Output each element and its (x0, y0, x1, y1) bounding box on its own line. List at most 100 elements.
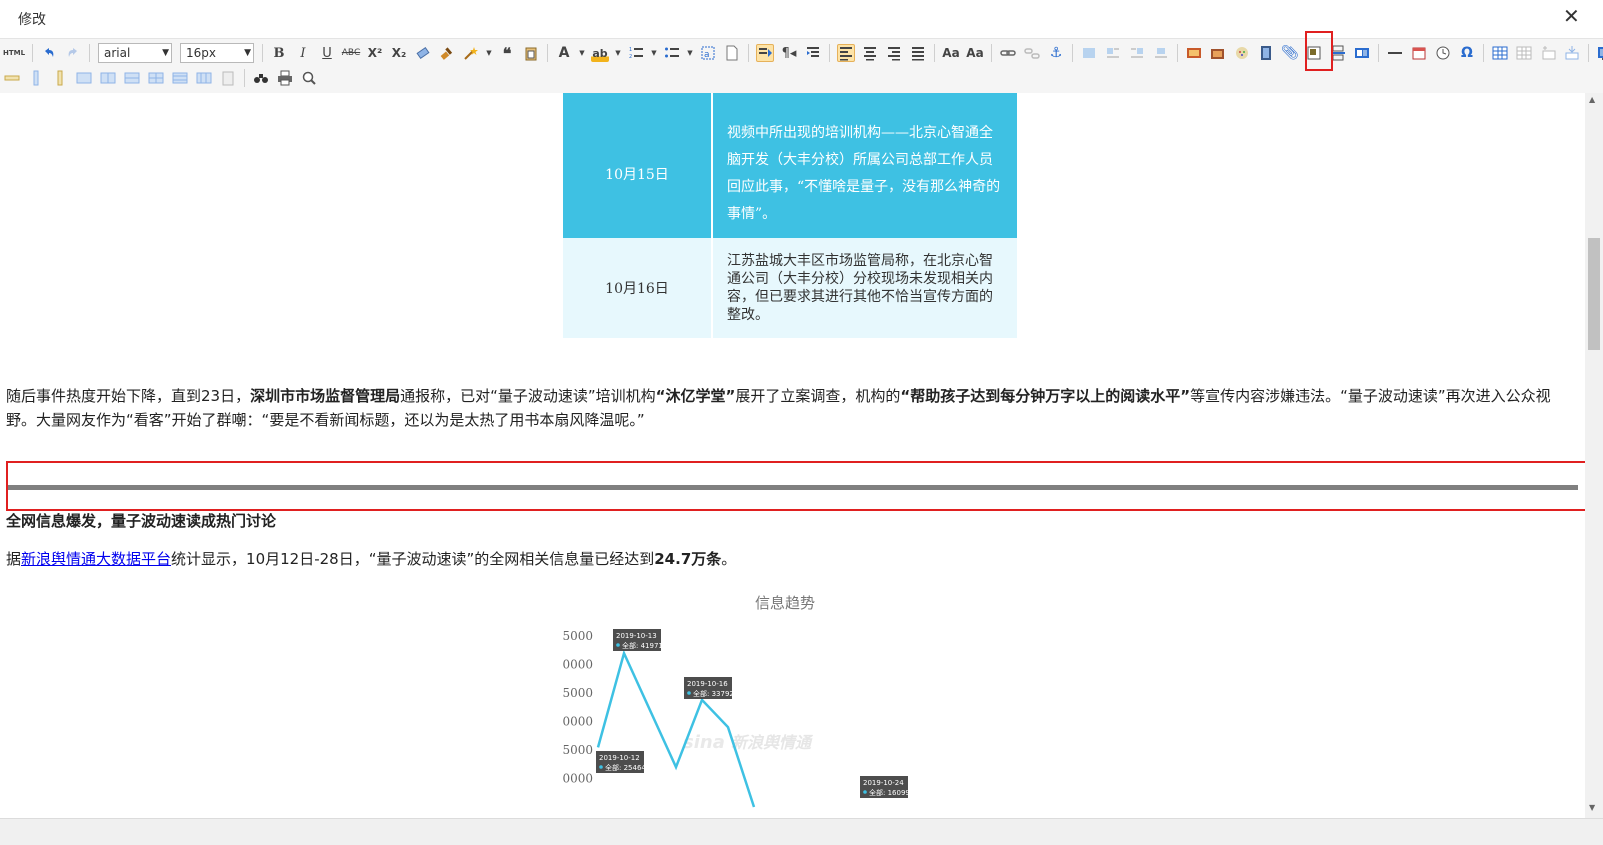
paste-icon[interactable] (219, 69, 237, 87)
tooltip-value: 全部: 33792 (693, 689, 734, 698)
emotion-icon[interactable] (1233, 44, 1251, 62)
date-icon[interactable] (1410, 44, 1428, 62)
scrollbar-thumb[interactable] (1588, 238, 1600, 350)
merge-right-icon[interactable] (99, 69, 117, 87)
align-right-icon[interactable] (885, 44, 903, 62)
underline-icon[interactable]: U (318, 44, 336, 62)
horizontal-rule[interactable] (6, 461, 1584, 511)
unordered-list-icon[interactable] (663, 44, 681, 62)
italic-icon[interactable]: I (294, 44, 312, 62)
select-all-icon[interactable]: a (699, 44, 717, 62)
toolbar-separator (262, 44, 263, 62)
chart-tooltip: 2019-10-16全部: 33792 (684, 677, 734, 699)
merge-down-icon[interactable] (123, 69, 141, 87)
search-replace-icon[interactable] (252, 69, 270, 87)
preview-fullscreen-icon[interactable] (1596, 44, 1603, 62)
strikethrough-icon[interactable]: ABC (342, 44, 360, 62)
justify-icon[interactable] (909, 44, 927, 62)
template-icon[interactable] (1353, 44, 1371, 62)
trend-chart: 信息趋势 200002500030000350004000045000 sina… (563, 588, 1019, 818)
scroll-up-icon[interactable]: ▲ (1589, 95, 1595, 104)
chevron-down-icon[interactable]: ▼ (651, 44, 657, 62)
ordered-list-icon[interactable]: 12 (627, 44, 645, 62)
split-cells-icon[interactable] (147, 69, 165, 87)
source-icon[interactable]: HTML (3, 44, 25, 62)
close-icon[interactable]: ✕ (1563, 6, 1580, 26)
bold-span: 深圳市市场监督管理局 (250, 387, 400, 405)
font-size-value: 16px (186, 46, 216, 60)
undo-icon[interactable] (40, 44, 58, 62)
blockquote-icon[interactable]: ❝ (498, 44, 516, 62)
auto-format-icon[interactable] (462, 44, 480, 62)
lowercase-icon[interactable]: Aa (942, 44, 960, 62)
indent-icon[interactable] (804, 44, 822, 62)
anchor-icon[interactable]: ⚓ (1047, 44, 1065, 62)
tooltip-date: 2019-10-16 (687, 680, 728, 688)
link-icon[interactable] (999, 44, 1017, 62)
delete-row-icon[interactable] (3, 69, 21, 87)
image-left-icon[interactable] (1104, 44, 1122, 62)
redo-icon[interactable] (64, 44, 82, 62)
subscript-icon[interactable]: X₂ (390, 44, 408, 62)
image-none-icon[interactable] (1080, 44, 1098, 62)
bold-icon[interactable]: B (270, 44, 288, 62)
special-char-icon[interactable]: Ω (1458, 44, 1476, 62)
insert-frame-icon[interactable] (1305, 44, 1323, 62)
legend-dot-icon (599, 765, 603, 769)
chart-title: 信息趋势 (755, 594, 815, 612)
align-left-icon[interactable] (837, 44, 855, 62)
chevron-down-icon[interactable]: ▼ (615, 44, 621, 62)
image-right-icon[interactable] (1128, 44, 1146, 62)
eraser-icon[interactable] (414, 44, 432, 62)
multi-image-icon[interactable] (1209, 44, 1227, 62)
delete-col-icon[interactable] (51, 69, 69, 87)
platform-link[interactable]: 新浪舆情通大数据平台 (21, 550, 171, 568)
insert-row-icon[interactable] (1563, 44, 1581, 62)
rtl-icon[interactable]: ¶◂ (780, 44, 798, 62)
insert-para-before-table-icon[interactable] (1539, 44, 1557, 62)
bold-span: “沐亿学堂” (656, 387, 736, 405)
align-center-icon[interactable] (861, 44, 879, 62)
toolbar-separator (32, 44, 33, 62)
scroll-down-icon[interactable]: ▼ (1589, 803, 1595, 812)
editor-content[interactable]: 10月15日 视频中所出现的培训机构——北京心智通全脑开发（大丰分校）所属公司总… (0, 93, 1585, 818)
paste-text-icon[interactable] (522, 44, 540, 62)
vertical-scrollbar[interactable]: ▲ ▼ (1585, 93, 1603, 818)
insert-table-icon[interactable] (1491, 44, 1509, 62)
video-icon[interactable] (1257, 44, 1275, 62)
attachment-icon[interactable]: 📎︎ (1281, 44, 1299, 62)
clear-doc-icon[interactable] (723, 44, 741, 62)
split-rows-icon[interactable] (171, 69, 189, 87)
print-icon[interactable] (276, 69, 294, 87)
superscript-icon[interactable]: X² (366, 44, 384, 62)
horizontal-rule-icon[interactable] (1386, 44, 1404, 62)
toolbar-separator (748, 44, 749, 62)
split-cols-icon[interactable] (195, 69, 213, 87)
uppercase-icon[interactable]: Aa (966, 44, 984, 62)
font-family-select[interactable]: arial▼ (98, 43, 172, 63)
preview-icon[interactable] (300, 69, 318, 87)
chevron-down-icon[interactable]: ▼ (486, 44, 492, 62)
chevron-down-icon[interactable]: ▼ (687, 44, 693, 62)
text-span: 通报称，已对“量子波动速读”培训机构 (400, 387, 656, 405)
toolbar-separator (547, 44, 548, 62)
delete-table-icon[interactable] (1515, 44, 1533, 62)
y-tick-label: 35000 (563, 686, 593, 700)
format-brush-icon[interactable] (438, 44, 456, 62)
image-center-icon[interactable] (1152, 44, 1170, 62)
page-break-icon[interactable] (1329, 44, 1347, 62)
time-icon[interactable] (1434, 44, 1452, 62)
highlight-color-icon[interactable]: ab (591, 44, 609, 62)
chevron-down-icon[interactable]: ▼ (579, 44, 585, 62)
unlink-icon[interactable] (1023, 44, 1041, 62)
merge-cells-icon[interactable] (75, 69, 93, 87)
ltr-icon[interactable] (756, 44, 774, 62)
font-color-icon[interactable]: A (555, 44, 573, 62)
tooltip-date: 2019-10-13 (616, 632, 657, 640)
font-family-value: arial (104, 46, 130, 60)
font-size-select[interactable]: 16px▼ (180, 43, 254, 63)
y-tick-label: 45000 (563, 629, 593, 643)
image-icon[interactable] (1185, 44, 1203, 62)
bold-span: 24.7万条 (654, 550, 721, 568)
insert-col-icon[interactable] (27, 69, 45, 87)
